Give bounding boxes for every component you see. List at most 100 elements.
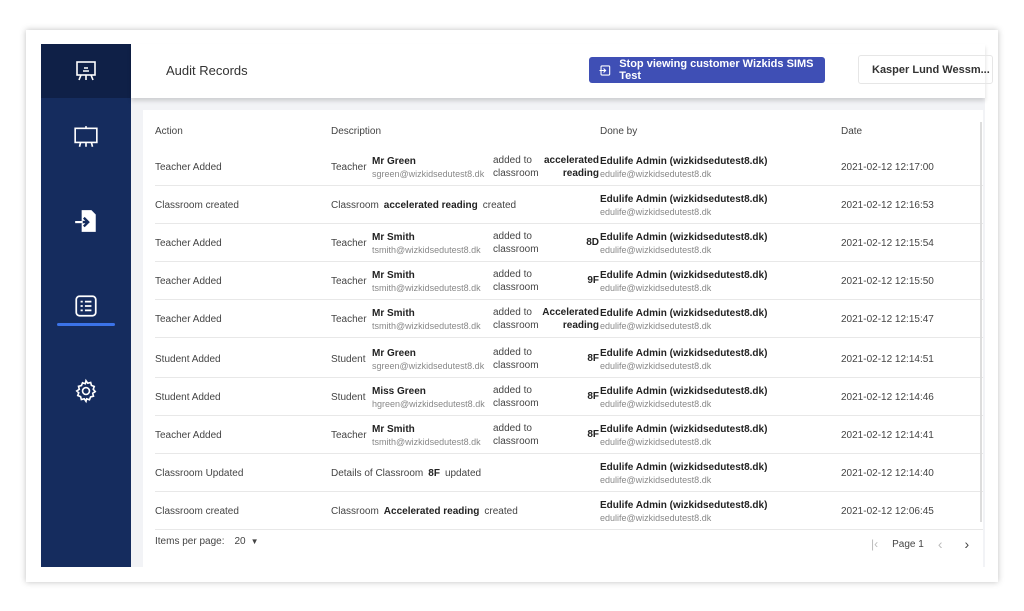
date: 2021-02-12 12:15:54 [841, 237, 934, 249]
scrollbar[interactable] [980, 122, 982, 522]
done-by-name: Edulife Admin (wizkidsedutest8.dk) [600, 155, 768, 167]
desc-verb: added to classroom [493, 148, 539, 186]
file-import-icon [75, 210, 96, 232]
action: Teacher Added [155, 313, 222, 325]
sidebar-item-audit[interactable] [41, 293, 131, 319]
done-by-email: edulife@wizkidsedutest8.dk [600, 320, 712, 331]
done-by: Edulife Admin (wizkidsedutest8.dk) edulif… [600, 300, 767, 338]
audit-table: Action Description Done by Date Teacher … [143, 110, 983, 567]
done-by-name: Edulife Admin (wizkidsedutest8.dk) [600, 307, 768, 319]
next-page-icon[interactable]: › [965, 536, 970, 552]
table-row[interactable]: Teacher Added Teacher Mr Green sgreen@wiz… [155, 148, 983, 186]
person-email: tsmith@wizkidsedutest8.dk [372, 320, 481, 331]
target-line1: accelerated [543, 155, 599, 166]
table-row[interactable]: Classroom created Classroom accelerated r… [155, 186, 983, 224]
action: Teacher Added [155, 161, 222, 173]
action: Teacher Added [155, 429, 222, 441]
desc-type: Student [331, 391, 366, 403]
table-row[interactable]: Student Added Student Miss Green hgreen@w… [155, 378, 983, 416]
verb-line1: added to [493, 347, 532, 358]
action: Classroom Updated [155, 467, 244, 479]
date: 2021-02-12 12:06:45 [841, 505, 934, 517]
done-by-email: edulife@wizkidsedutest8.dk [600, 512, 712, 523]
prev-page-icon[interactable]: ‹ [938, 536, 943, 552]
desc-person: Mr Smith tsmith@wizkidsedutest8.dk [372, 262, 481, 300]
table-row[interactable]: Teacher Added Teacher Mr Smith tsmith@wiz… [155, 262, 983, 300]
verb-line2: classroom [493, 360, 539, 371]
desc-target: accelerated reading [543, 148, 599, 186]
exit-icon [599, 64, 611, 76]
sidebar-item-whiteboard[interactable] [41, 124, 131, 150]
done-by-email: edulife@wizkidsedutest8.dk [600, 436, 712, 447]
items-per-page-label: Items per page: [155, 536, 225, 547]
table-row[interactable]: Classroom Updated Details of Classroom 8F… [155, 454, 983, 492]
done-by: Edulife Admin (wizkidsedutest8.dk) edulif… [600, 148, 767, 186]
desc-target: 8F [428, 467, 440, 479]
desc-verb: added to classroom [493, 224, 539, 262]
first-page-icon[interactable]: |‹ [871, 537, 878, 551]
column-header-done-by[interactable]: Done by [600, 126, 637, 137]
desc-target: 8F [543, 340, 599, 378]
date: 2021-02-12 12:17:00 [841, 161, 934, 173]
desc-target: 8F [543, 378, 599, 416]
column-header-date[interactable]: Date [841, 126, 862, 137]
items-per-page-select[interactable]: 20 ▼ [234, 536, 258, 547]
user-menu[interactable]: Kasper Lund Wessm... [858, 55, 993, 84]
verb-line2: classroom [493, 244, 539, 255]
desc-verb: added to classroom [493, 300, 539, 338]
done-by-name: Edulife Admin (wizkidsedutest8.dk) [600, 347, 768, 359]
paginator-nav: |‹ Page 1 ‹ › [871, 536, 969, 552]
desc-target: 8F [543, 416, 599, 454]
stop-viewing-label: Stop viewing customer Wizkids SIMS Test [619, 58, 814, 82]
table-row[interactable]: Student Added Student Mr Green sgreen@wiz… [155, 340, 983, 378]
person-email: hgreen@wizkidsedutest8.dk [372, 398, 485, 409]
sidebar-item-presentation[interactable] [41, 44, 131, 98]
person-name: Mr Smith [372, 307, 415, 319]
presentation-board-icon [76, 61, 96, 81]
target-line1: 8D [586, 236, 599, 248]
done-by: Edulife Admin (wizkidsedutest8.dk) edulif… [600, 186, 767, 224]
sidebar [41, 44, 131, 567]
action: Teacher Added [155, 275, 222, 287]
target-line1: Accelerated [542, 307, 599, 318]
stop-viewing-button[interactable]: Stop viewing customer Wizkids SIMS Test [589, 57, 825, 83]
verb-line1: added to [493, 423, 532, 434]
person-name: Mr Smith [372, 269, 415, 281]
table-row[interactable]: Teacher Added Teacher Mr Smith tsmith@wiz… [155, 300, 983, 338]
table-row[interactable]: Classroom created Classroom Accelerated r… [155, 492, 983, 530]
done-by-name: Edulife Admin (wizkidsedutest8.dk) [600, 423, 768, 435]
desc-verb: added to classroom [493, 378, 539, 416]
desc-target: Accelerated reading [542, 300, 599, 338]
done-by-name: Edulife Admin (wizkidsedutest8.dk) [600, 269, 768, 281]
description: Classroom accelerated reading created [331, 186, 516, 224]
verb-line1: added to [493, 307, 532, 318]
sidebar-item-settings[interactable] [41, 378, 131, 404]
done-by-email: edulife@wizkidsedutest8.dk [600, 360, 712, 371]
verb-line1: added to [493, 231, 532, 242]
action: Teacher Added [155, 237, 222, 249]
date: 2021-02-12 12:14:51 [841, 353, 934, 365]
desc-suffix: updated [444, 467, 482, 479]
column-header-description[interactable]: Description [331, 126, 381, 137]
person-name: Mr Green [372, 347, 416, 359]
table-row[interactable]: Teacher Added Teacher Mr Smith tsmith@wiz… [155, 224, 983, 262]
chevron-down-icon: ▼ [250, 537, 259, 546]
target-line2: reading [562, 320, 599, 331]
sidebar-item-import[interactable] [41, 208, 131, 234]
desc-person: Mr Smith tsmith@wizkidsedutest8.dk [372, 416, 481, 454]
table-row[interactable]: Teacher Added Teacher Mr Smith tsmith@wiz… [155, 416, 983, 454]
target-line2: reading [562, 168, 599, 179]
desc-type: Teacher [331, 275, 367, 287]
target-line1: 8F [587, 390, 599, 402]
verb-line2: classroom [493, 436, 539, 447]
column-header-action[interactable]: Action [155, 126, 183, 137]
action: Classroom created [155, 505, 239, 517]
desc-type: Student [331, 353, 366, 365]
date: 2021-02-12 12:14:40 [841, 467, 934, 479]
desc-person: Mr Smith tsmith@wizkidsedutest8.dk [372, 300, 481, 338]
target-line1: 8F [587, 428, 599, 440]
done-by: Edulife Admin (wizkidsedutest8.dk) edulif… [600, 262, 767, 300]
desc-verb: added to classroom [493, 340, 539, 378]
done-by-name: Edulife Admin (wizkidsedutest8.dk) [600, 193, 768, 205]
desc-target: 9F [543, 262, 599, 300]
